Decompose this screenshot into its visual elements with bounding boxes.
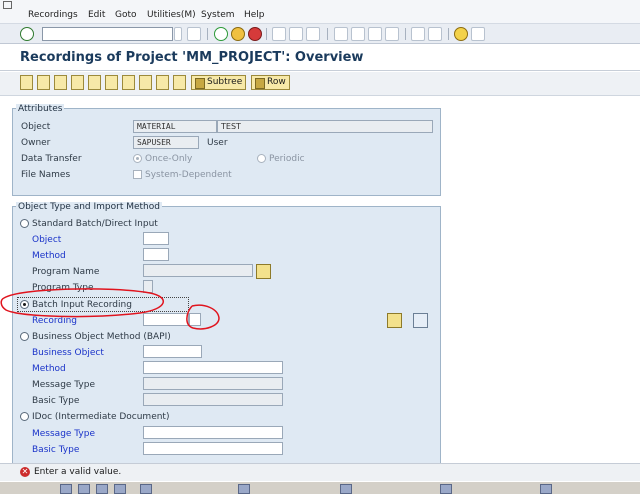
annotation-circle-recording (186, 304, 220, 330)
taskbar-window-icon[interactable] (440, 484, 452, 494)
taskbar-app-icon[interactable] (78, 484, 90, 494)
taskbar-window-icon[interactable] (540, 484, 552, 494)
taskbar-window-icon[interactable] (340, 484, 352, 494)
taskbar-app-icon[interactable] (114, 484, 126, 494)
taskbar-window-icon[interactable] (238, 484, 250, 494)
status-message: Enter a valid value. (34, 467, 122, 477)
error-icon: ✕ (20, 467, 30, 477)
taskbar-app-icon[interactable] (60, 484, 72, 494)
taskbar-app-icon[interactable] (96, 484, 108, 494)
annotation-ellipse-batch-input (0, 288, 164, 318)
taskbar-window-icon[interactable] (140, 484, 152, 494)
red-annotation-overlay (0, 288, 220, 330)
